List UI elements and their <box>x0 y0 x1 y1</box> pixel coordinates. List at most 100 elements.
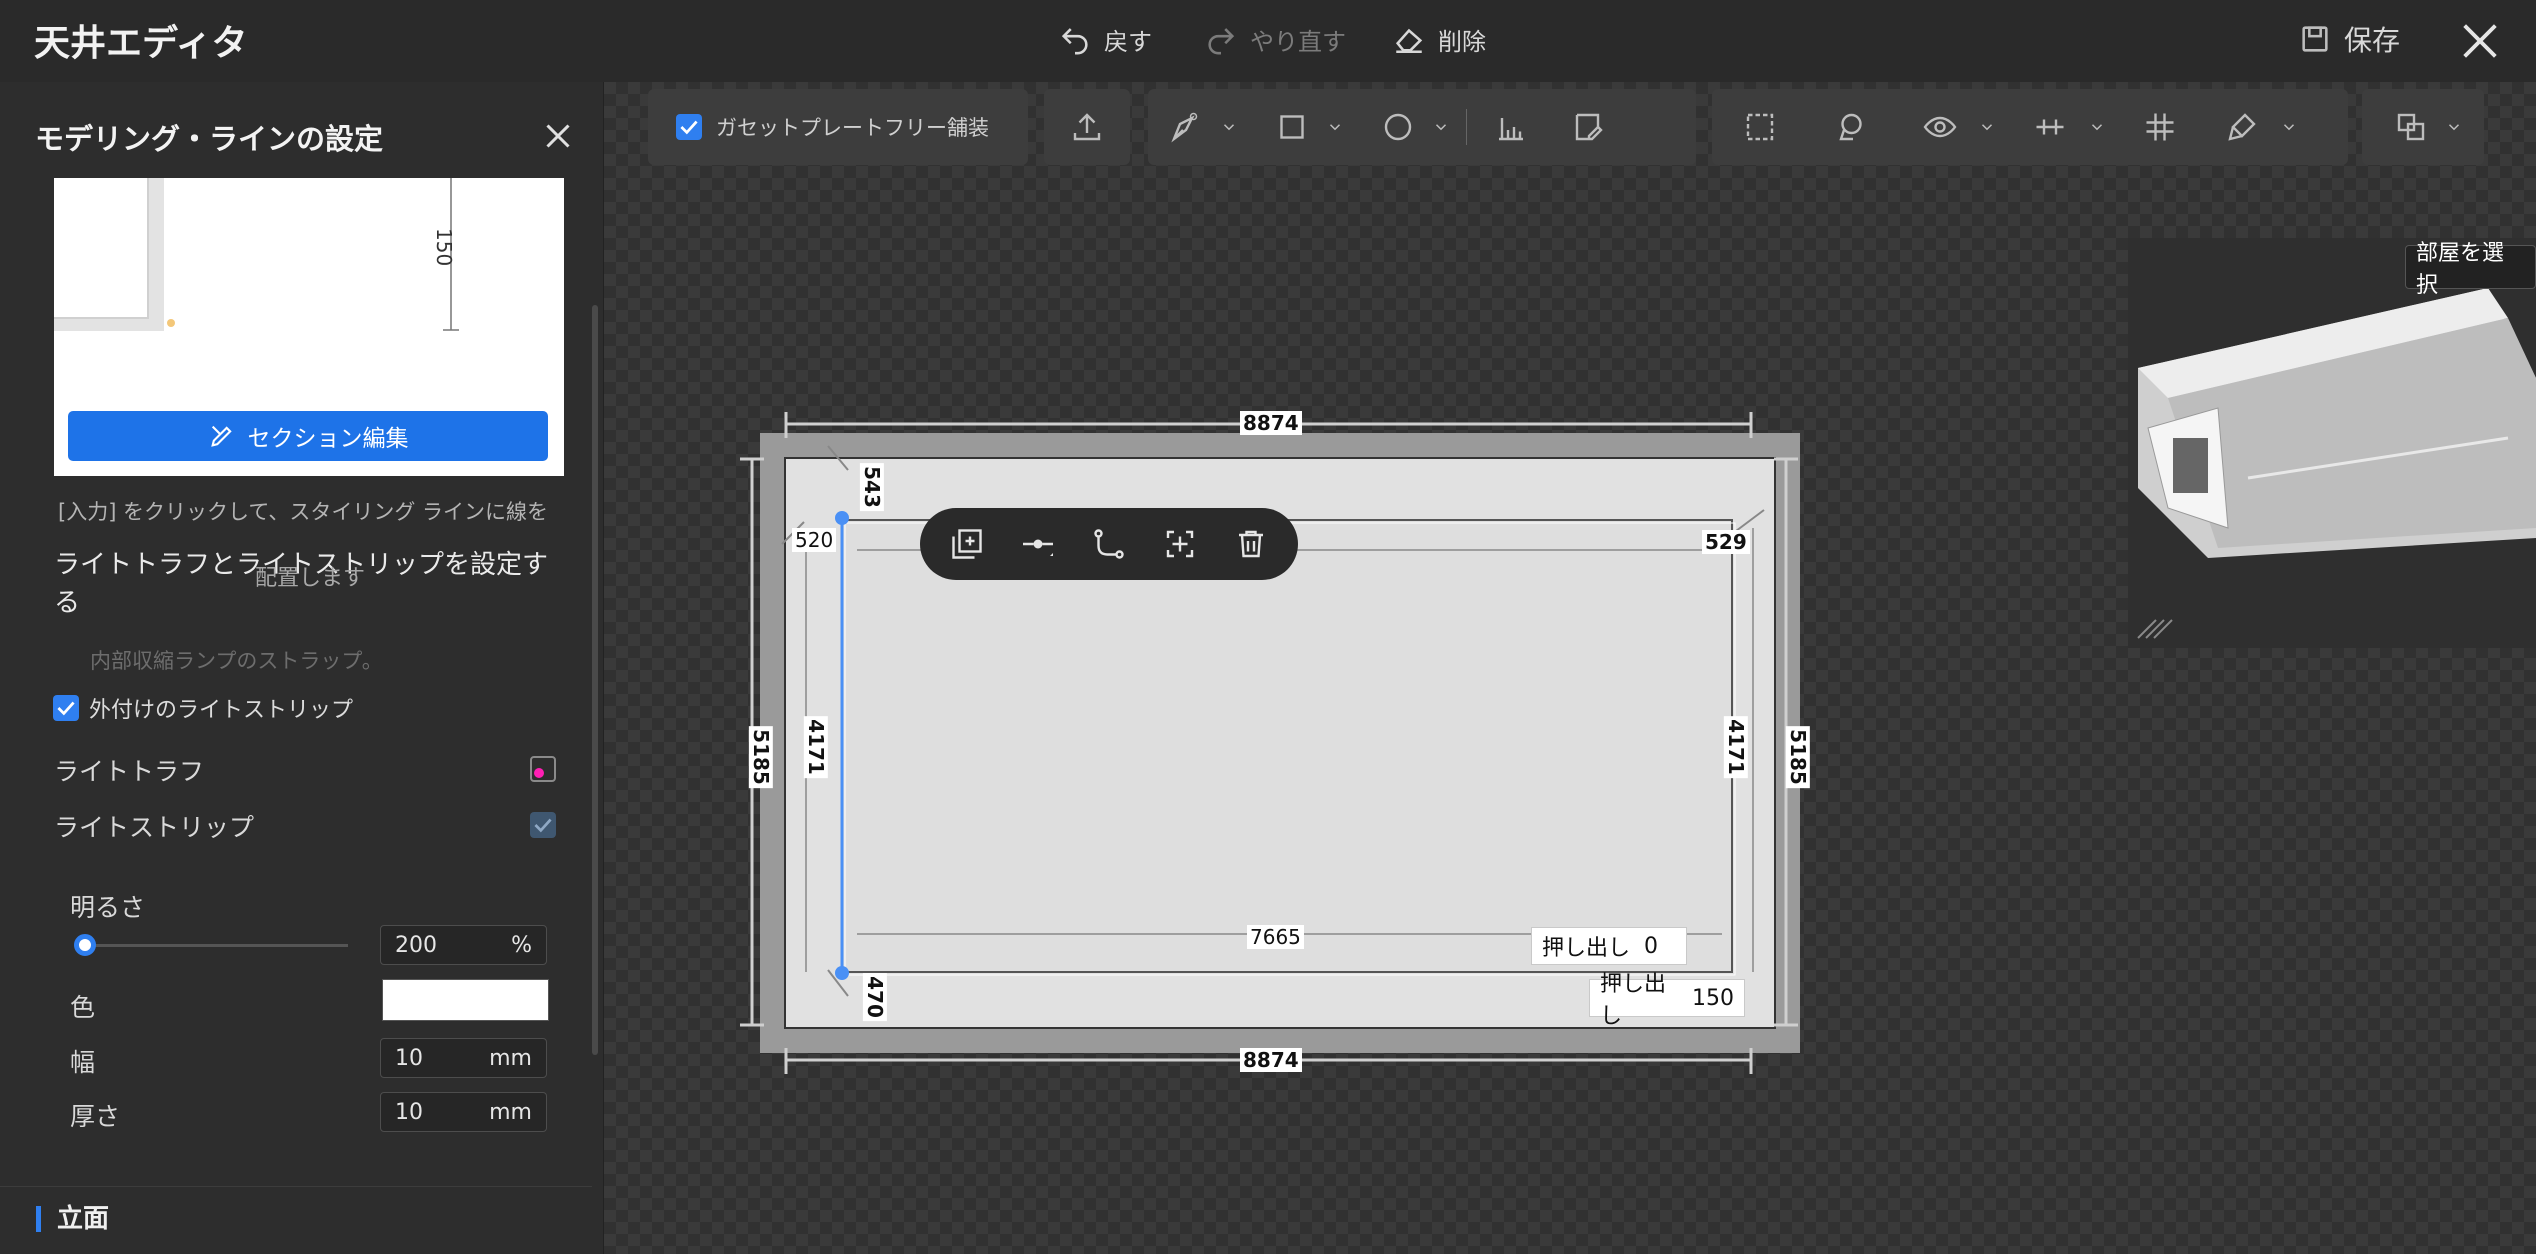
brightness-label: 明るさ <box>70 893 146 922</box>
gasket-checkbox[interactable] <box>676 114 702 140</box>
redo-icon <box>1208 28 1235 55</box>
delete-button[interactable]: 削除 <box>1392 18 1486 60</box>
color-swatch[interactable] <box>382 979 549 1021</box>
brightness-slider[interactable] <box>84 944 348 947</box>
layers-icon <box>2383 99 2439 155</box>
edit-panel-icon[interactable] <box>1561 99 1617 155</box>
check-icon <box>680 120 698 135</box>
circle-icon[interactable] <box>1370 99 1426 155</box>
thickness-label: 厚さ <box>70 1102 121 1131</box>
internal-strip-text: 内部収縮ランプのストラップ。 <box>90 649 383 673</box>
thickness-input[interactable]: 10 mm <box>380 1092 547 1132</box>
hint-text-continued: 配置します <box>255 566 366 591</box>
width-unit: mm <box>489 1045 532 1071</box>
gasket-toggle[interactable]: ガセットプレートフリー舗装 <box>648 89 1028 165</box>
rectangle-icon[interactable] <box>1264 99 1320 155</box>
path-icon[interactable] <box>1091 526 1127 562</box>
panel-scrollbar[interactable] <box>592 305 598 1055</box>
chevron-down-icon[interactable] <box>1220 118 1238 136</box>
light-trough-label: ライトトラフ <box>54 757 205 786</box>
select-room-button[interactable]: 部屋を選択 <box>2405 241 2536 298</box>
elevation-section-title[interactable]: 立面 <box>36 1206 109 1232</box>
brightness-unit: % <box>511 932 532 958</box>
cursor-pointer-icon <box>534 768 544 778</box>
edge-context-toolbar <box>920 508 1298 580</box>
dim-inner-height-left: 4171 <box>803 716 828 778</box>
trash-icon[interactable] <box>1233 526 1269 562</box>
grid-icon[interactable] <box>2132 99 2188 155</box>
measure-icon[interactable] <box>1483 99 1539 155</box>
redo-button[interactable]: やり直す <box>1204 18 1346 60</box>
extrude-label: 押し出し <box>1600 972 1667 1029</box>
extrude-inner-field[interactable]: 押し出し 0 <box>1531 927 1687 965</box>
preview-dimension: 150 <box>432 228 456 267</box>
dim-outer-width-bottom: 8874 <box>1240 1048 1302 1072</box>
dim-outer-height-right: 5185 <box>1785 726 1810 788</box>
gasket-label: ガセットプレートフリー舗装 <box>716 116 989 140</box>
delete-label: 削除 <box>1438 27 1486 56</box>
divider <box>0 1186 592 1187</box>
brightness-input[interactable]: 200 % <box>380 925 547 965</box>
section-edit-label: セクション編集 <box>247 426 409 452</box>
pen-tool-icon[interactable] <box>1158 99 1214 155</box>
hint-text: [入力] をクリックして、スタイリング ラインに線を <box>58 500 549 524</box>
chevron-down-icon[interactable] <box>1978 118 1996 136</box>
lasso-icon[interactable] <box>1822 99 1878 155</box>
chevron-down-icon <box>2448 124 2460 131</box>
split-point-icon[interactable] <box>1020 526 1056 562</box>
layers-button[interactable] <box>2362 89 2484 165</box>
close-icon[interactable] <box>2457 18 2503 64</box>
dim-outer-width: 8874 <box>1240 411 1302 435</box>
upload-button[interactable] <box>1044 89 1130 165</box>
draw-tools-group <box>1148 89 1696 165</box>
redo-label: やり直す <box>1250 27 1346 56</box>
width-input[interactable]: 10 mm <box>380 1038 547 1078</box>
edge-handle[interactable] <box>835 966 849 980</box>
dim-inner-height-right: 4171 <box>1723 716 1748 778</box>
chevron-down-icon[interactable] <box>2088 118 2106 136</box>
room-3d-preview[interactable] <box>2128 238 2536 648</box>
upload-icon <box>1059 99 1115 155</box>
color-label: 色 <box>70 993 96 1022</box>
save-button[interactable]: 保存 <box>2298 18 2400 60</box>
eye-icon[interactable] <box>1912 99 1968 155</box>
chevron-down-icon[interactable] <box>1432 118 1450 136</box>
check-icon <box>534 818 552 833</box>
extrude-label: 押し出し <box>1542 936 1631 961</box>
add-copy-icon[interactable] <box>949 526 985 562</box>
eraser-icon <box>1395 28 1423 54</box>
save-icon <box>2302 26 2328 52</box>
panel-title: モデリング・ラインの設定 <box>35 122 384 156</box>
undo-icon <box>1061 28 1088 55</box>
dim-inner-width[interactable]: 7665 <box>1247 925 1304 949</box>
chevron-down-icon[interactable] <box>1326 118 1344 136</box>
brightness-value: 200 <box>395 932 437 958</box>
light-strip-checkbox[interactable] <box>530 812 556 838</box>
width-label: 幅 <box>70 1048 96 1077</box>
select-area-icon[interactable] <box>1732 99 1788 155</box>
undo-label: 戻す <box>1104 27 1152 56</box>
chevron-down-icon[interactable] <box>2280 118 2298 136</box>
room-3d-render <box>2137 288 2536 639</box>
dim-outer-height-left: 5185 <box>748 726 773 788</box>
panel-close-icon[interactable] <box>540 118 576 154</box>
app-title: 天井エディタ <box>34 23 248 64</box>
edge-handle[interactable] <box>835 511 849 525</box>
section-edit-button[interactable]: セクション編集 <box>68 411 548 461</box>
edit-path-icon <box>210 425 232 447</box>
paint-icon[interactable] <box>2214 99 2270 155</box>
dim-top-left-offset: 543 <box>859 463 884 511</box>
fit-icon[interactable] <box>1162 526 1198 562</box>
align-icon[interactable] <box>2022 99 2078 155</box>
divider <box>1466 109 1467 145</box>
thickness-unit: mm <box>489 1099 532 1125</box>
external-strip-checkbox[interactable] <box>53 695 79 721</box>
dim-left-offset: 520 <box>792 528 837 552</box>
width-value: 10 <box>395 1045 423 1071</box>
external-strip-option[interactable]: 外付けのライトストリップ <box>53 692 353 724</box>
brightness-slider-handle[interactable] <box>74 934 96 956</box>
external-strip-label: 外付けのライトストリップ <box>89 698 354 723</box>
extrude-outer-field[interactable]: 押し出し 150 <box>1589 972 1745 1029</box>
inner-ceiling-area[interactable] <box>841 519 1733 973</box>
undo-button[interactable]: 戻す <box>1058 18 1152 60</box>
